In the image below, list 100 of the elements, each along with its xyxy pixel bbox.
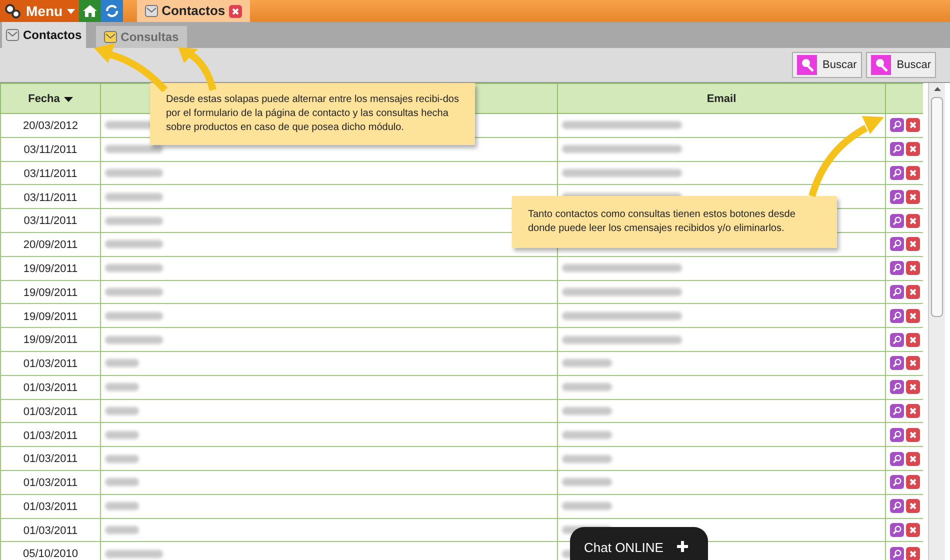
blurred-email (562, 383, 612, 392)
callout: Tanto contactos como consultas tienen estos botones desde donde puede leer los cmensajes recibidos y/o eliminarlos. (512, 196, 837, 248)
date-cell: 20/09/2011 (23, 239, 78, 252)
delete-icon[interactable] (906, 142, 920, 156)
plus-icon (677, 541, 688, 552)
scrollbar[interactable] (928, 83, 945, 560)
home-button[interactable] (78, 0, 101, 22)
delete-icon[interactable] (906, 475, 920, 490)
view-icon[interactable] (890, 237, 904, 252)
date-cell: 01/03/2011 (23, 524, 78, 537)
date-cell: 20/03/2012 (22, 120, 78, 132)
date-cell: 01/03/2011 (23, 500, 78, 513)
view-icon[interactable] (890, 475, 904, 490)
delete-icon[interactable] (906, 499, 920, 514)
delete-icon[interactable] (906, 308, 920, 323)
delete-icon[interactable] (906, 404, 920, 418)
blurred-name (105, 550, 163, 558)
blurred-name (105, 264, 163, 272)
delete-icon[interactable] (906, 284, 920, 299)
date-cell: 19/09/2011 (23, 334, 78, 346)
view-icon[interactable] (890, 118, 904, 132)
scroll-up-icon[interactable] (934, 87, 940, 91)
arrow (176, 46, 218, 92)
delete-icon[interactable] (906, 380, 920, 394)
view-icon[interactable] (890, 522, 904, 537)
delete-icon[interactable] (906, 166, 920, 180)
envelope-icon (144, 5, 158, 17)
blurred-email (562, 430, 612, 439)
delete-icon[interactable] (906, 332, 920, 347)
delete-icon[interactable] (906, 546, 920, 560)
search-button[interactable]: Buscar (866, 52, 936, 78)
view-icon[interactable] (890, 428, 904, 442)
blurred-name (105, 336, 163, 344)
delete-icon[interactable] (906, 190, 920, 204)
open-tab[interactable]: Contactos (136, 0, 250, 22)
blurred-name (105, 359, 139, 368)
blurred-email (562, 359, 612, 368)
delete-icon[interactable] (906, 452, 920, 466)
date-cell: 01/03/2011 (23, 477, 78, 490)
blurred-email (562, 502, 612, 510)
date-cell: 01/03/2011 (23, 430, 78, 442)
date-cell: 01/03/2011 (23, 382, 78, 394)
delete-icon[interactable] (906, 356, 920, 370)
date-cell: 01/03/2011 (23, 453, 78, 466)
caret-icon (66, 8, 75, 14)
view-icon[interactable] (890, 499, 904, 514)
refresh-button[interactable] (100, 0, 123, 22)
view-icon[interactable] (890, 190, 904, 204)
blurred-name (105, 240, 163, 248)
delete-icon[interactable] (906, 522, 920, 537)
delete-icon[interactable] (906, 118, 920, 132)
gears-icon (4, 3, 22, 19)
blurred-email (562, 406, 612, 415)
delete-icon[interactable] (906, 214, 920, 228)
view-icon[interactable] (890, 404, 904, 418)
blurred-name (105, 454, 139, 463)
blurred-name (105, 430, 139, 439)
date-cell: 19/09/2011 (23, 262, 78, 275)
blurred-name (105, 502, 139, 510)
view-icon[interactable] (890, 332, 904, 347)
view-icon[interactable] (890, 380, 904, 394)
date-cell: 03/11/2011 (24, 144, 78, 156)
blurred-name (105, 192, 163, 201)
view-icon[interactable] (890, 452, 904, 466)
view-icon[interactable] (890, 261, 904, 276)
delete-icon[interactable] (906, 237, 920, 252)
blurred-name (105, 478, 139, 486)
blurred-name (105, 526, 139, 534)
search-icon (870, 55, 891, 75)
blurred-name (105, 383, 139, 392)
refresh-icon (104, 4, 119, 18)
view-icon[interactable] (890, 356, 904, 370)
search-button[interactable]: Buscar (792, 52, 862, 78)
blurred-name (105, 312, 163, 320)
envelope-icon (104, 31, 117, 43)
column-header[interactable]: Email (706, 91, 736, 108)
search-icon (796, 55, 816, 75)
callout: Desde estas solapas puede alternar entre los mensajes recibi-dos por el formulario de la página de contacto y las consultas hecha sobre productos en caso de que posea dicho módulo. (150, 83, 475, 145)
delete-icon[interactable] (906, 261, 920, 276)
chat-tab[interactable]: Chat ONLINE (570, 527, 708, 560)
tab[interactable]: Contactos (2, 22, 86, 48)
open-tab-label: Contactos (162, 2, 226, 20)
view-icon[interactable] (890, 166, 904, 180)
date-cell: 01/03/2011 (23, 358, 78, 370)
menu-button[interactable]: Menu (0, 0, 79, 22)
view-icon[interactable] (890, 214, 904, 228)
date-cell: 03/11/2011 (24, 168, 78, 180)
view-icon[interactable] (890, 142, 904, 156)
blurred-email (562, 478, 612, 486)
view-icon[interactable] (890, 546, 904, 560)
envelope-icon (6, 29, 19, 41)
close-icon[interactable] (229, 4, 242, 18)
blurred-email (562, 454, 612, 463)
view-icon[interactable] (890, 284, 904, 299)
view-icon[interactable] (890, 308, 904, 323)
date-cell: 05/10/2010 (22, 548, 78, 560)
delete-icon[interactable] (906, 428, 920, 442)
blurred-name (105, 216, 163, 225)
home-icon (82, 5, 97, 17)
date-cell: 03/11/2011 (24, 192, 78, 204)
